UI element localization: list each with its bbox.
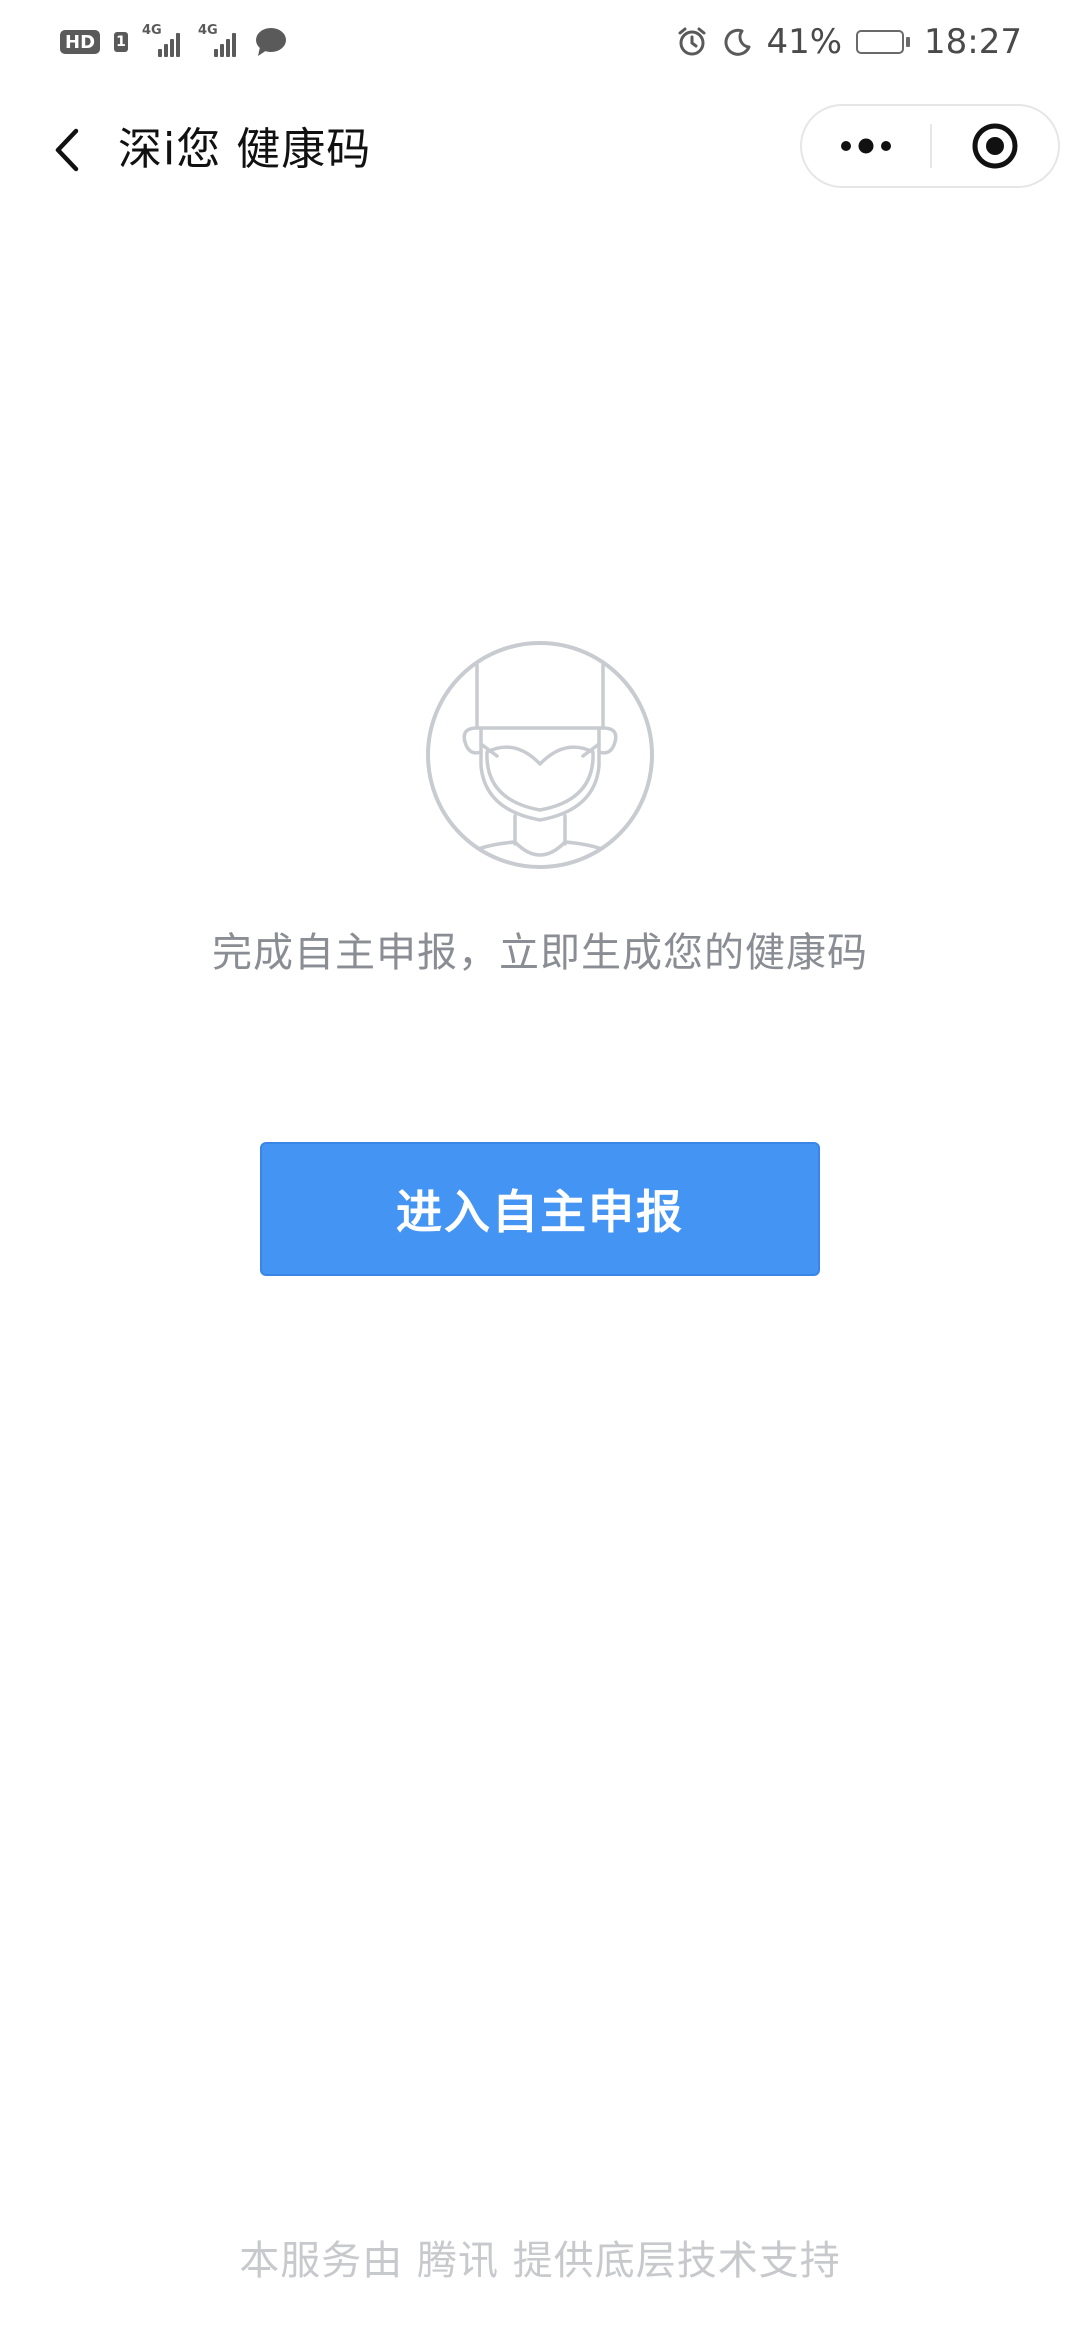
enter-declaration-button[interactable]: 进入自主申报 — [260, 1142, 820, 1276]
page-title: 深i您 健康码 — [118, 124, 372, 175]
hd-icon: HD — [60, 30, 101, 54]
sim-number: 1 — [114, 32, 129, 52]
declaration-prompt: 完成自主申报，立即生成您的健康码 — [212, 930, 868, 976]
nav-bar: 深i您 健康码 — [0, 100, 1080, 200]
signal-icon: 4G — [142, 23, 184, 57]
target-close-icon — [972, 123, 1018, 169]
moon-icon — [722, 27, 752, 57]
battery-percent: 41% — [766, 22, 843, 62]
status-time: 18:27 — [924, 22, 1022, 62]
signal-icon: 4G — [198, 23, 240, 57]
footer-support-text: 本服务由 腾讯 提供底层技术支持 — [239, 2238, 841, 2284]
menu-capsule — [800, 104, 1060, 188]
chevron-left-icon — [55, 128, 79, 172]
more-button[interactable] — [802, 106, 930, 186]
close-miniprogram-button[interactable] — [932, 106, 1058, 186]
screen: HD 1 4G 4G 41% ⚡ 18:27 深i您 健康码 完成自主申报，立即… — [0, 0, 1080, 2340]
status-left: HD 1 4G 4G — [60, 23, 288, 57]
message-bubble-icon — [254, 27, 288, 57]
battery-icon: ⚡ — [856, 30, 911, 54]
status-bar: HD 1 4G 4G 41% ⚡ 18:27 — [0, 0, 1080, 84]
charging-bolt-icon: ⚡ — [872, 33, 884, 52]
back-button[interactable] — [38, 120, 98, 180]
status-right: 41% ⚡ 18:27 — [676, 22, 1022, 62]
network-type-label: 4G — [142, 23, 162, 38]
alarm-icon — [676, 26, 708, 58]
more-dots-icon — [841, 138, 891, 154]
network-type-label: 4G — [198, 23, 218, 38]
masked-person-icon — [425, 640, 655, 870]
